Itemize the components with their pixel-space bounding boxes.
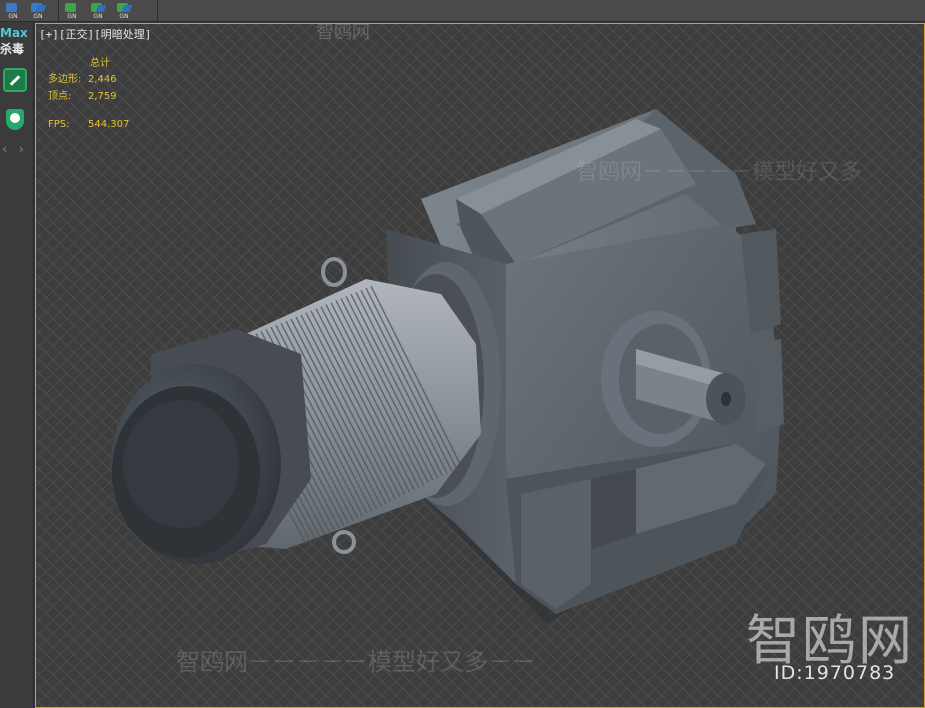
stats-fps-row: FPS: 544.307 bbox=[48, 119, 129, 130]
stats-polygons-label: 多边形: bbox=[48, 74, 82, 85]
toolbar-button-label: GN bbox=[67, 13, 77, 20]
watermark-id: ID:1970783 bbox=[774, 662, 896, 684]
stats-polygons-row: 多边形: 2,446 bbox=[48, 70, 117, 85]
blue-cube-icon[interactable]: GN bbox=[3, 2, 22, 20]
toolbar-group-left: GN GN bbox=[0, 0, 50, 22]
stats-total-label: 总计 bbox=[90, 58, 110, 69]
watermark-mid: 智鸥网－－－－－模型好又多 bbox=[576, 160, 863, 185]
toolbar-button-label: GN bbox=[93, 13, 103, 20]
stats-fps-value: 544.307 bbox=[88, 119, 130, 130]
app-label: Max bbox=[0, 26, 28, 40]
perspective-viewport[interactable]: [+][正交][明暗处理] 总计 多边形: 2,446 顶点: 2,759 FPS:… bbox=[35, 23, 925, 708]
green-cube-icon[interactable]: GN bbox=[62, 2, 82, 20]
toolbar-button-label: GN bbox=[8, 13, 18, 20]
watermark-top: 智鸥网 bbox=[316, 23, 370, 43]
main-toolbar: GN GN GN GN GN bbox=[0, 0, 925, 22]
stats-polygons-value: 2,446 bbox=[88, 74, 117, 85]
green-arrow-cube-icon[interactable]: GN bbox=[88, 2, 108, 20]
panel-nav-arrows[interactable]: ‹ › bbox=[0, 142, 30, 156]
left-sidebar: Max 杀毒 ‹ › bbox=[0, 22, 34, 708]
viewport-label[interactable]: [+][正交][明暗处理] bbox=[39, 26, 151, 42]
stats-vertices-value: 2,759 bbox=[88, 91, 117, 102]
stats-vertices-label: 顶点: bbox=[48, 91, 72, 102]
shield-icon[interactable] bbox=[3, 108, 27, 132]
green-arrow-cube-icon[interactable]: GN bbox=[114, 2, 134, 20]
toolbar-group-right: GN GN GN bbox=[58, 0, 158, 22]
clean-icon[interactable] bbox=[3, 68, 27, 92]
stats-fps-label: FPS: bbox=[48, 119, 70, 130]
toolbar-button-label: GN bbox=[119, 13, 129, 20]
watermark-main: 智鸥网－－－－－模型好又多－－ bbox=[176, 648, 536, 676]
stats-vertices-row: 顶点: 2,759 bbox=[48, 87, 117, 102]
blue-arrow-cube-icon[interactable]: GN bbox=[28, 2, 47, 20]
toolbar-button-label: GN bbox=[33, 13, 43, 20]
antivirus-label[interactable]: 杀毒 bbox=[0, 40, 30, 57]
